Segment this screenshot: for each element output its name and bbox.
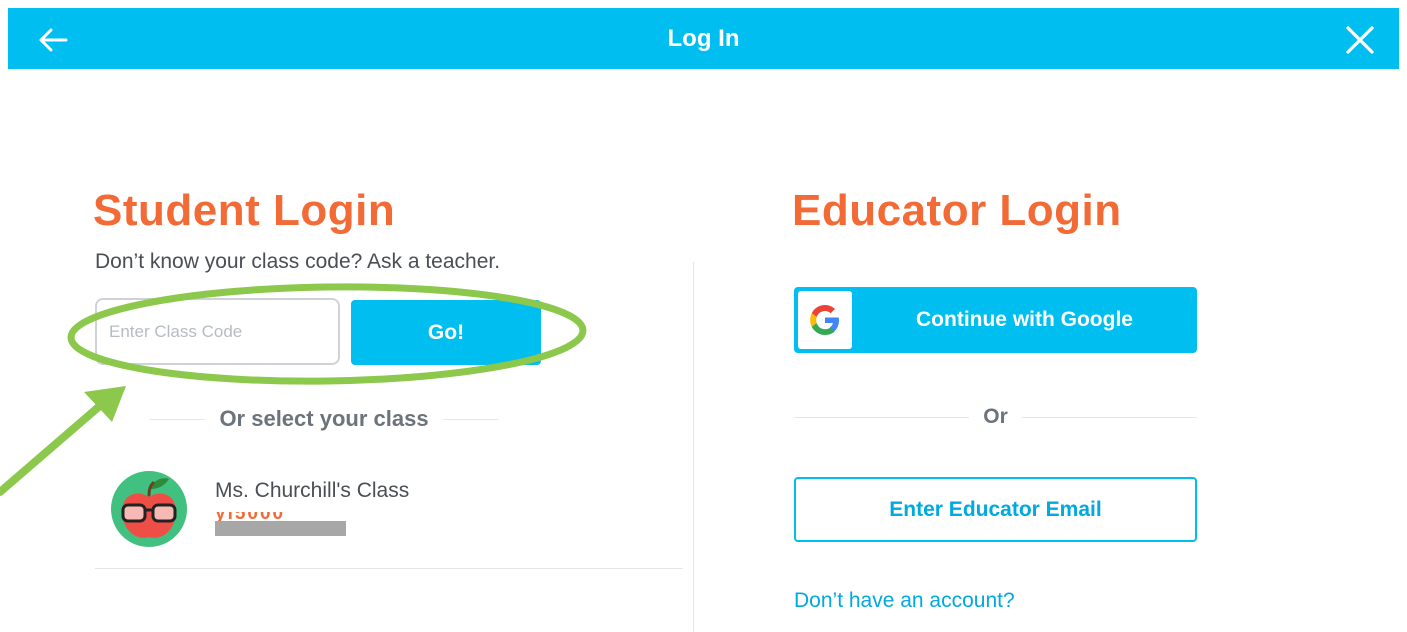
divider-line-right [442, 418, 498, 420]
class-code-input[interactable] [95, 298, 340, 365]
divider-line-right [1021, 416, 1198, 418]
class-code-hint: Don’t know your class code? Ask a teache… [95, 250, 501, 273]
educator-login-heading: Educator Login [792, 186, 1122, 235]
column-separator [693, 262, 694, 632]
close-icon[interactable] [1343, 23, 1377, 57]
educator-or-divider: Or [794, 402, 1198, 432]
student-login-heading: Student Login [93, 186, 396, 235]
continue-with-google-button[interactable]: Continue with Google [794, 287, 1197, 353]
google-logo-box [798, 291, 852, 349]
apple-glasses-avatar-icon [108, 468, 190, 550]
list-divider [95, 568, 683, 569]
redaction-bar [215, 521, 346, 536]
select-class-label: Or select your class [219, 406, 429, 431]
divider-line-left [794, 416, 970, 418]
select-class-divider: Or select your class [150, 404, 498, 434]
enter-educator-email-button[interactable]: Enter Educator Email [794, 477, 1197, 542]
class-list-item[interactable]: Ms. Churchill's Class yl5000 [95, 465, 683, 569]
or-label: Or [983, 405, 1008, 428]
class-name: Ms. Churchill's Class [215, 479, 410, 502]
no-account-link[interactable]: Don’t have an account? [794, 589, 1015, 613]
google-button-label: Continue with Google [916, 308, 1133, 331]
go-button[interactable]: Go! [351, 300, 541, 365]
top-bar: Log In [8, 8, 1399, 69]
page-title: Log In [667, 25, 740, 52]
divider-line-left [150, 418, 206, 420]
google-g-icon [810, 305, 839, 335]
